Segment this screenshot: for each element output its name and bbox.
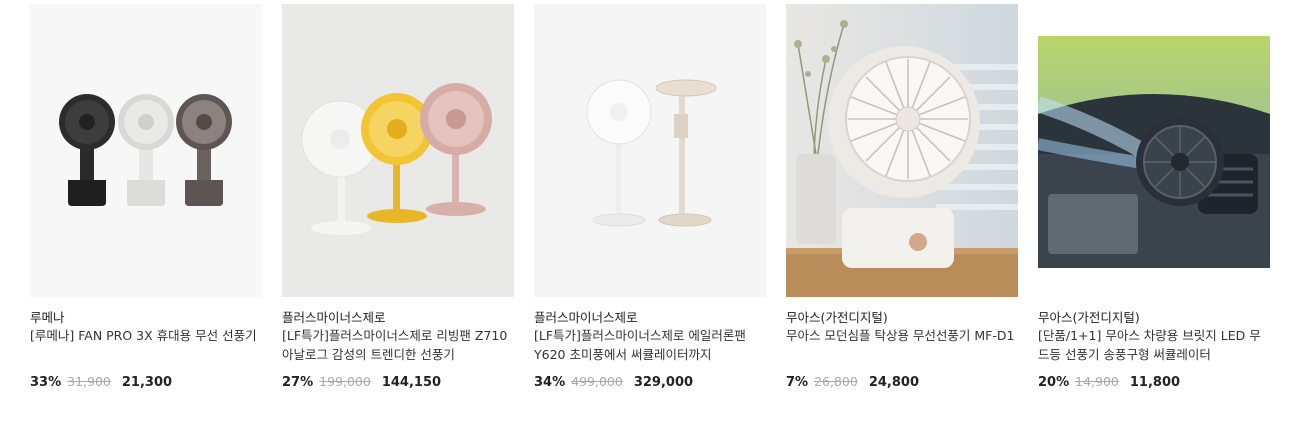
product-name[interactable]: [LF특가]플러스마이너스제로 에일러론팬 Y620 초미풍에서 써큘레이터까지 bbox=[534, 326, 766, 364]
product-image[interactable] bbox=[534, 4, 766, 297]
product-image[interactable] bbox=[1038, 4, 1270, 297]
product-name[interactable]: [LF특가]플러스마이너스제로 리빙팬 Z710 아날로그 감성의 트렌디한 선… bbox=[282, 326, 514, 364]
product-grid: 루메나 [루메나] FAN PRO 3X 휴대용 무선 선풍기 33% 31,9… bbox=[30, 4, 1270, 390]
original-price: 26,800 bbox=[814, 374, 858, 389]
original-price: 14,900 bbox=[1075, 374, 1119, 389]
product-card[interactable]: 무아스(가전디지털) 무아스 모던심플 탁상용 무선선풍기 MF-D1 7% 2… bbox=[786, 4, 1018, 390]
discount-rate: 20% bbox=[1038, 375, 1070, 390]
price-row: 34% 499,000 329,000 bbox=[534, 374, 766, 390]
original-price: 499,000 bbox=[571, 374, 623, 389]
original-price: 31,900 bbox=[67, 374, 111, 389]
product-card[interactable]: 플러스마이너스제로 [LF특가]플러스마이너스제로 리빙팬 Z710 아날로그 … bbox=[282, 4, 514, 390]
price-row: 27% 199,000 144,150 bbox=[282, 374, 514, 390]
product-card[interactable]: 플러스마이너스제로 [LF특가]플러스마이너스제로 에일러론팬 Y620 초미풍… bbox=[534, 4, 766, 390]
discount-rate: 7% bbox=[786, 375, 809, 390]
product-name[interactable]: [단품/1+1] 무아스 차량용 브릿지 LED 무드등 선풍기 송풍구형 써큘… bbox=[1038, 326, 1270, 364]
product-name[interactable]: 무아스 모던심플 탁상용 무선선풍기 MF-D1 bbox=[786, 326, 1018, 364]
price-row: 20% 14,900 11,800 bbox=[1038, 374, 1270, 390]
product-card[interactable]: 무아스(가전디지털) [단품/1+1] 무아스 차량용 브릿지 LED 무드등 … bbox=[1038, 4, 1270, 390]
sale-price: 21,300 bbox=[121, 375, 173, 390]
product-brand: 무아스(가전디지털) bbox=[1038, 310, 1140, 325]
product-image[interactable] bbox=[786, 4, 1018, 297]
price-row: 33% 31,900 21,300 bbox=[30, 374, 262, 390]
sale-price: 144,150 bbox=[381, 375, 442, 390]
product-image[interactable] bbox=[30, 4, 262, 297]
price-row: 7% 26,800 24,800 bbox=[786, 374, 1018, 390]
sale-price: 11,800 bbox=[1129, 375, 1181, 390]
product-brand: 플러스마이너스제로 bbox=[534, 310, 638, 325]
product-brand: 무아스(가전디지털) bbox=[786, 310, 888, 325]
product-card[interactable]: 루메나 [루메나] FAN PRO 3X 휴대용 무선 선풍기 33% 31,9… bbox=[30, 4, 262, 390]
discount-rate: 27% bbox=[282, 375, 314, 390]
discount-rate: 33% bbox=[30, 375, 62, 390]
product-brand: 플러스마이너스제로 bbox=[282, 310, 386, 325]
sale-price: 24,800 bbox=[868, 375, 919, 390]
discount-rate: 34% bbox=[534, 375, 566, 390]
product-name[interactable]: [루메나] FAN PRO 3X 휴대용 무선 선풍기 bbox=[30, 326, 262, 364]
product-brand: 루메나 bbox=[30, 310, 65, 325]
sale-price: 329,000 bbox=[633, 375, 694, 390]
original-price: 199,000 bbox=[319, 374, 371, 389]
product-image[interactable] bbox=[282, 4, 514, 297]
